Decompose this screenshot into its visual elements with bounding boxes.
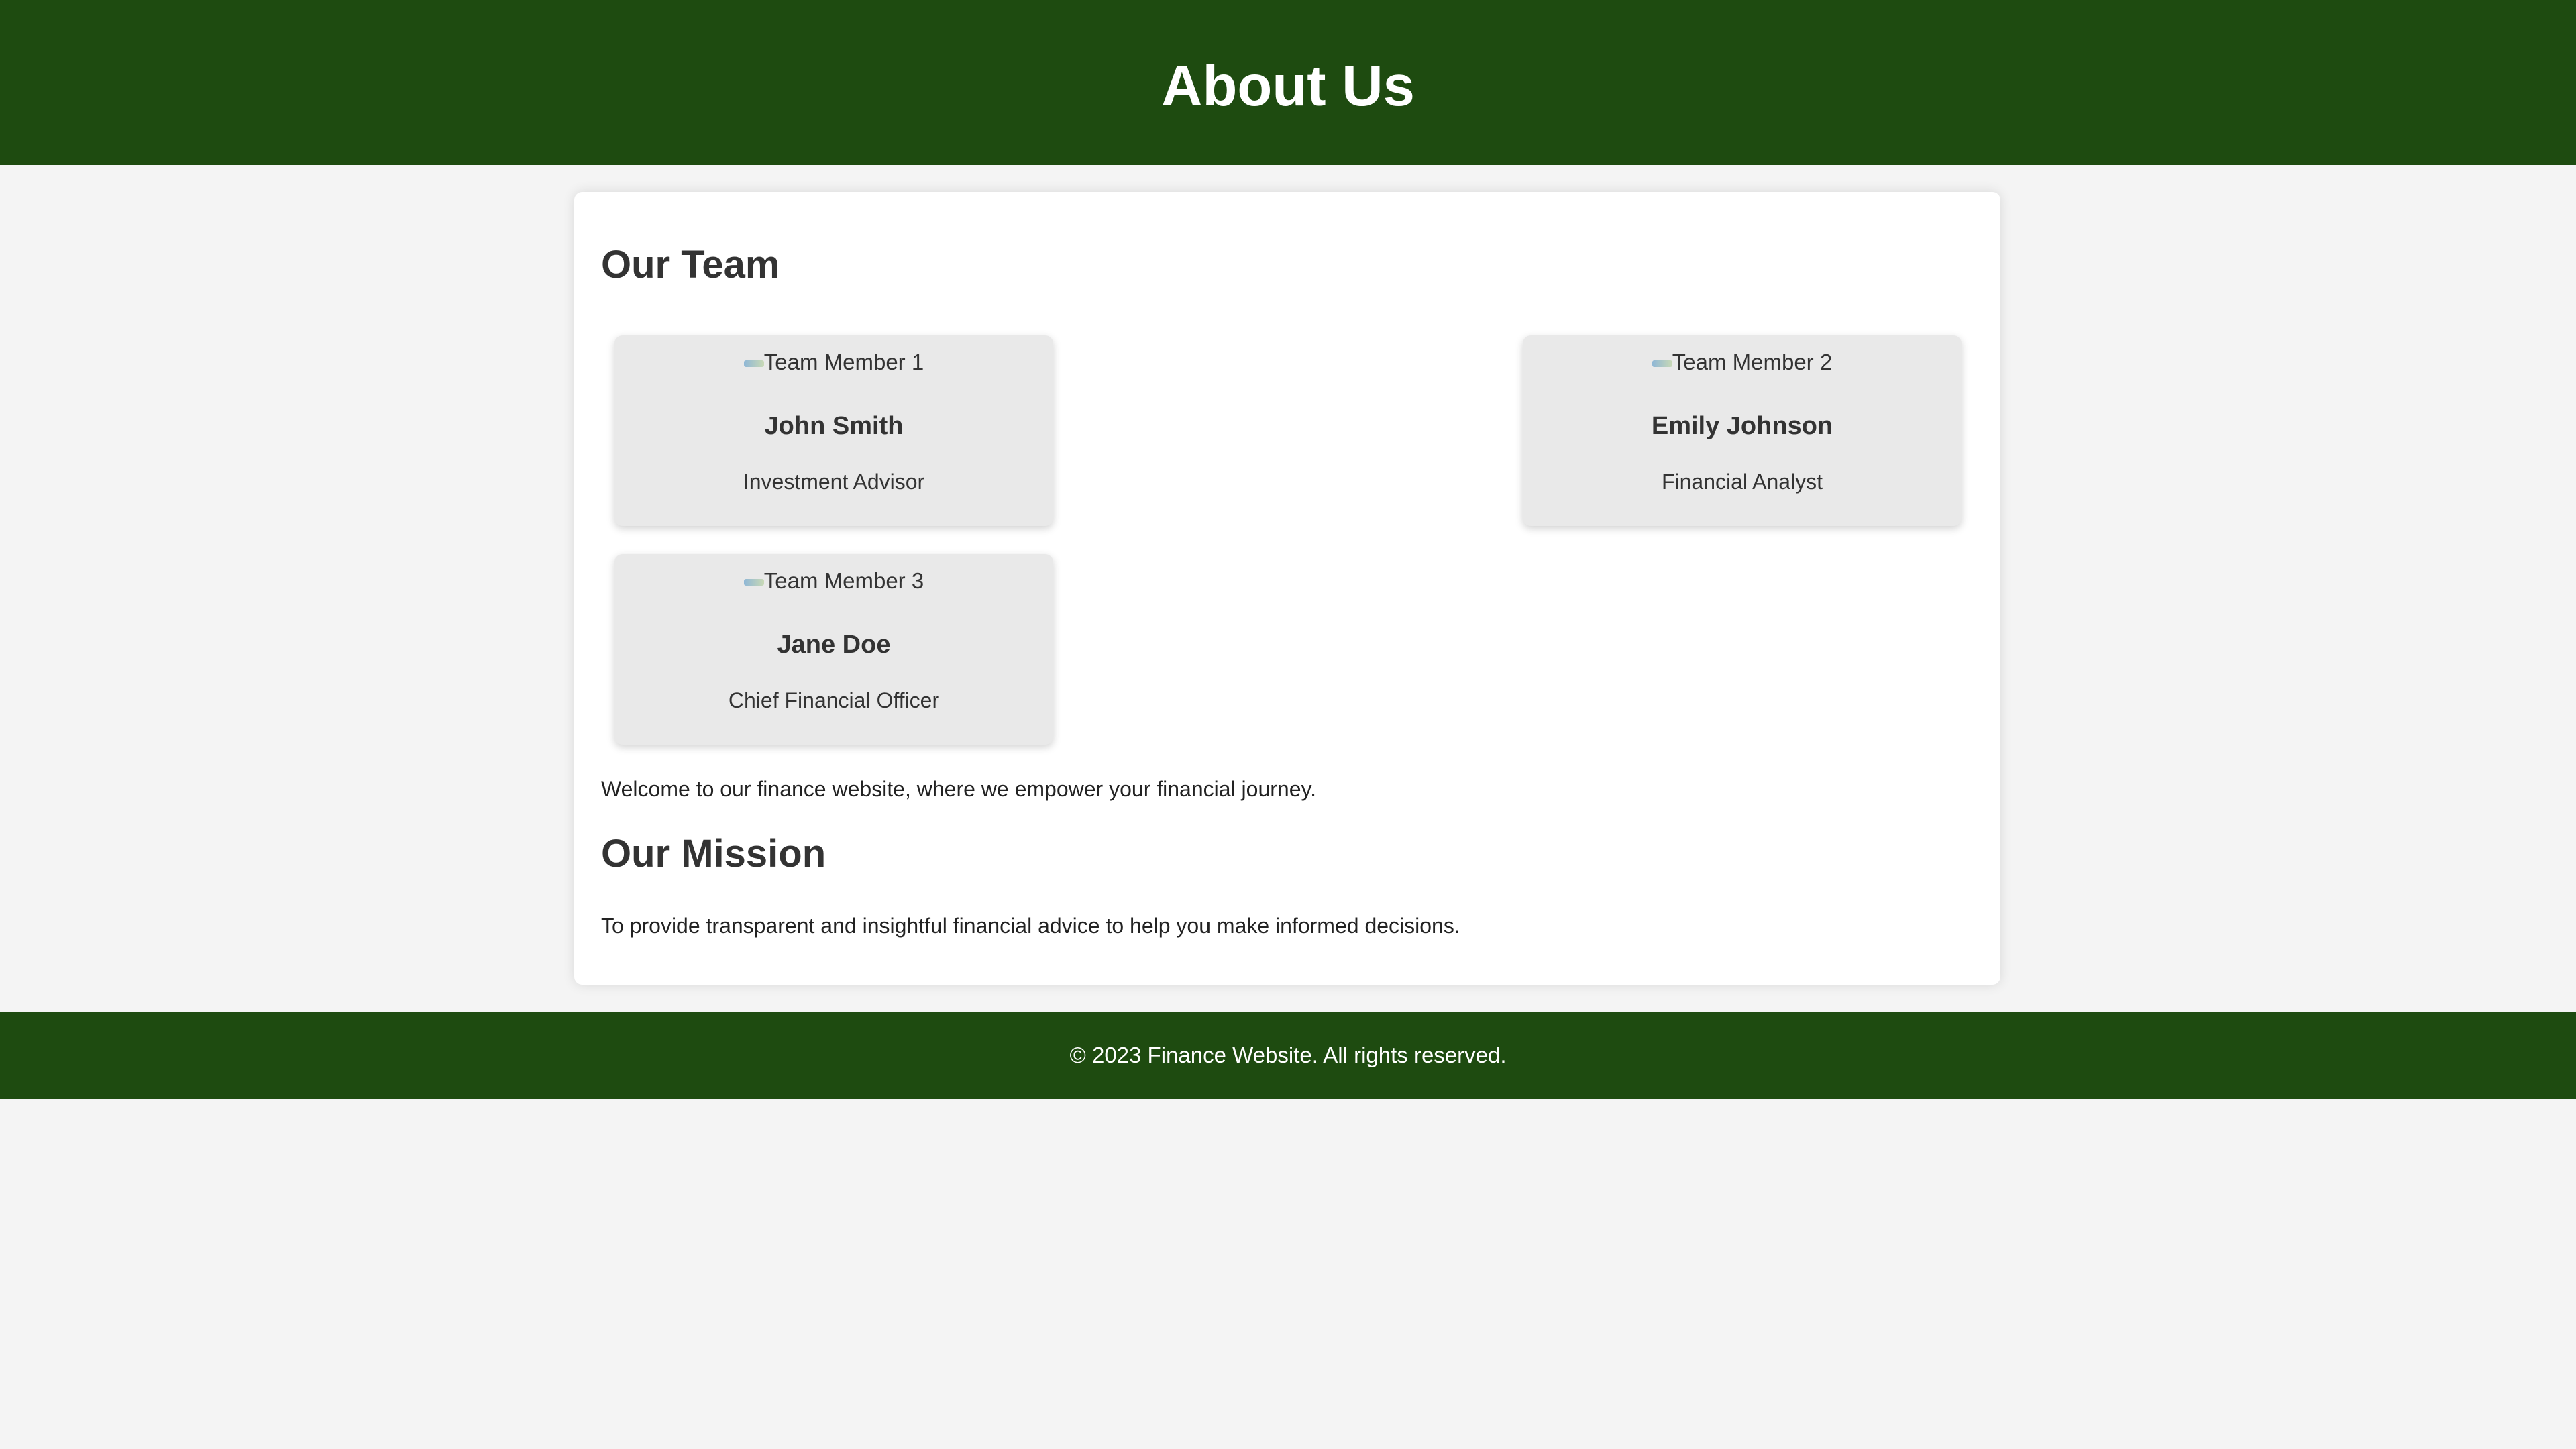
site-header: About Us	[0, 0, 2576, 165]
welcome-text: Welcome to our finance website, where we…	[601, 777, 1316, 801]
broken-image-icon	[1652, 360, 1672, 368]
team-member-photo: Team Member 1	[614, 349, 1053, 376]
team-member-photo-alt: Team Member 2	[1672, 350, 1833, 374]
team-member-name: Jane Doe	[777, 631, 891, 659]
team-member-photo: Team Member 2	[1523, 349, 1962, 376]
team-heading: Our Team	[601, 243, 780, 286]
site-footer: © 2023 Finance Website. All rights reser…	[0, 1012, 2576, 1099]
team-member-card: Team Member 2 Emily Johnson Financial An…	[1523, 335, 1962, 526]
copyright-text: © 2023 Finance Website. All rights reser…	[1069, 1042, 1507, 1067]
team-member-card: Team Member 1 John Smith Investment Advi…	[614, 335, 1053, 526]
main-content: Our Team Team Member 1 John Smith Invest…	[574, 192, 2000, 985]
team-member-photo: Team Member 3	[614, 568, 1053, 594]
team-member-photo-alt: Team Member 3	[763, 568, 924, 593]
team-member-card: Team Member 3 Jane Doe Chief Financial O…	[614, 554, 1053, 745]
team-member-role: Chief Financial Officer	[728, 688, 940, 712]
mission-heading: Our Mission	[601, 832, 826, 875]
team-member-name: Emily Johnson	[1651, 412, 1833, 440]
page-title: About Us	[1161, 54, 1415, 118]
broken-image-icon	[743, 579, 764, 586]
team-member-role: Investment Advisor	[743, 470, 925, 494]
team-member-role: Financial Analyst	[1661, 470, 1823, 494]
team-member-name: John Smith	[764, 412, 904, 440]
broken-image-icon	[743, 360, 764, 368]
mission-text: To provide transparent and insightful fi…	[601, 914, 1460, 938]
team-member-photo-alt: Team Member 1	[763, 350, 924, 374]
